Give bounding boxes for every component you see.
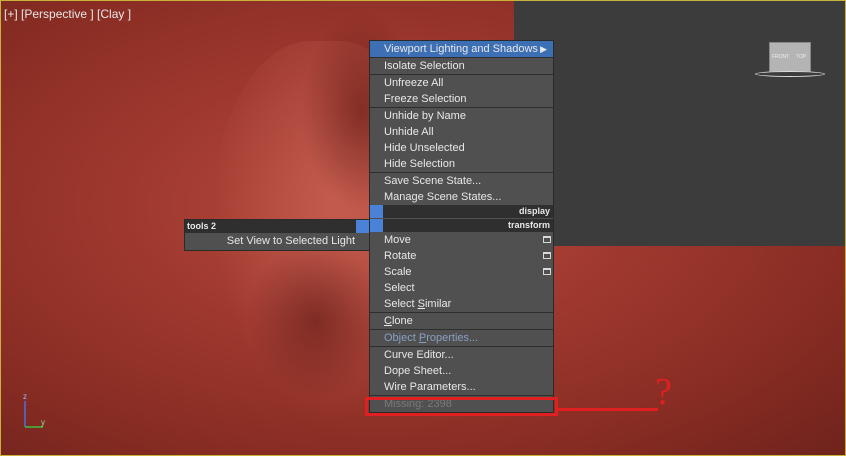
menu-item-select[interactable]: Select bbox=[370, 280, 553, 296]
menu-item-label-part: lone bbox=[391, 315, 413, 327]
menu-item-scale[interactable]: Scale bbox=[370, 264, 553, 280]
tools-quad-title: tools 2 bbox=[185, 220, 369, 233]
menu-item-wire-parameters[interactable]: Wire Parameters... bbox=[370, 379, 553, 395]
annotation-pointer-line bbox=[558, 408, 658, 411]
menu-item-freeze-selection[interactable]: Freeze Selection bbox=[370, 91, 553, 107]
menu-item-label: Viewport Lighting and Shadows bbox=[384, 43, 538, 55]
menu-item-curve-editor[interactable]: Curve Editor... bbox=[370, 346, 553, 363]
menu-item-rotate[interactable]: Rotate bbox=[370, 248, 553, 264]
ear-model-shadow-bottom bbox=[246, 241, 386, 401]
quad-header-display-text: display bbox=[518, 206, 550, 216]
viewcube-face-top: TOP bbox=[796, 54, 807, 60]
axis-z-label: z bbox=[23, 392, 27, 401]
menu-item-hotkey-letter: S bbox=[417, 298, 425, 310]
quad-header-transform-text: transform bbox=[507, 220, 550, 230]
menu-item-hide-selection[interactable]: Hide Selection bbox=[370, 156, 553, 172]
viewcube-compass[interactable] bbox=[755, 71, 825, 77]
annotation-question-mark: ? bbox=[655, 371, 672, 413]
menu-item-hotkey-letter: C bbox=[384, 315, 392, 327]
menu-item-save-scene-state[interactable]: Save Scene State... bbox=[370, 172, 553, 189]
viewport-background-region bbox=[514, 1, 845, 246]
tools-quad-title-text: tools 2 bbox=[187, 221, 217, 231]
menu-item-isolate-selection[interactable]: Isolate Selection bbox=[370, 57, 553, 74]
annotation-highlight-box bbox=[365, 397, 558, 416]
menu-item-move[interactable]: Move bbox=[370, 232, 553, 248]
menu-item-unhide-by-name[interactable]: Unhide by Name bbox=[370, 107, 553, 124]
viewcube-face-front: FRONT bbox=[772, 54, 790, 60]
menu-item-label: Move bbox=[384, 234, 411, 246]
menu-item-label-part: roperties... bbox=[426, 332, 479, 344]
tools-quad-menu: tools 2 Set View to Selected Light bbox=[184, 219, 370, 251]
menu-item-viewport-lighting[interactable]: Viewport Lighting and Shadows ▶ bbox=[370, 41, 553, 57]
menu-item-hide-unselected[interactable]: Hide Unselected bbox=[370, 140, 553, 156]
menu-item-unhide-all[interactable]: Unhide All bbox=[370, 124, 553, 140]
menu-item-clone[interactable]: Clone bbox=[370, 312, 553, 329]
menu-item-unfreeze-all[interactable]: Unfreeze All bbox=[370, 74, 553, 91]
menu-item-manage-scene-states[interactable]: Manage Scene States... bbox=[370, 189, 553, 205]
menu-item-set-view-to-selected-light[interactable]: Set View to Selected Light bbox=[185, 233, 369, 250]
menu-item-label-part: imilar bbox=[424, 298, 452, 310]
menu-item-dope-sheet[interactable]: Dope Sheet... bbox=[370, 363, 553, 379]
menu-item-label-part: Object bbox=[384, 332, 419, 344]
options-dialog-icon[interactable] bbox=[543, 252, 551, 259]
quad-switch-square[interactable] bbox=[356, 220, 369, 233]
axis-tripod-icon: z y bbox=[23, 392, 45, 428]
menu-item-object-properties[interactable]: Object Properties... bbox=[370, 329, 553, 346]
viewport-label[interactable]: [+] [Perspective ] [Clay ] bbox=[4, 7, 131, 21]
quad-switch-square[interactable] bbox=[370, 219, 383, 232]
quad-header-display: display bbox=[370, 205, 553, 218]
menu-item-label: Scale bbox=[384, 266, 412, 278]
menu-item-select-similar[interactable]: Select Similar bbox=[370, 296, 553, 312]
viewcube[interactable]: FRONT TOP bbox=[769, 42, 811, 72]
quad-menu: Viewport Lighting and Shadows ▶ Isolate … bbox=[369, 40, 554, 413]
quad-header-transform: transform bbox=[370, 218, 553, 232]
perspective-viewport[interactable]: [+] [Perspective ] [Clay ] FRONT TOP z y… bbox=[0, 0, 846, 456]
menu-item-label-part: Select bbox=[384, 298, 418, 310]
axis-y-label: y bbox=[41, 418, 45, 427]
options-dialog-icon[interactable] bbox=[543, 236, 551, 243]
menu-item-label: Rotate bbox=[384, 250, 417, 262]
submenu-arrow-icon: ▶ bbox=[540, 44, 547, 54]
quad-switch-square[interactable] bbox=[370, 205, 383, 218]
options-dialog-icon[interactable] bbox=[543, 268, 551, 275]
